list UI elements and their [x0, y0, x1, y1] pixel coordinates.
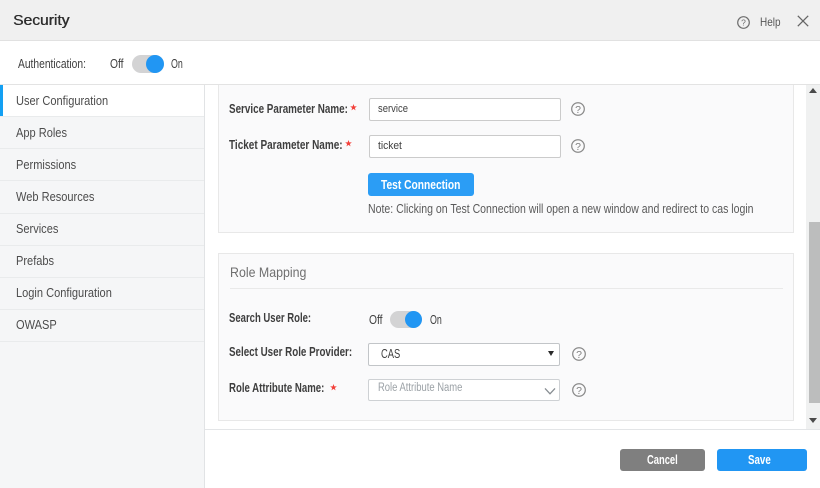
svg-text:?: ?	[576, 349, 582, 361]
svg-text:?: ?	[576, 384, 582, 396]
svg-text:?: ?	[575, 104, 581, 116]
svg-text:?: ?	[575, 141, 581, 153]
svg-text:?: ?	[741, 17, 746, 27]
